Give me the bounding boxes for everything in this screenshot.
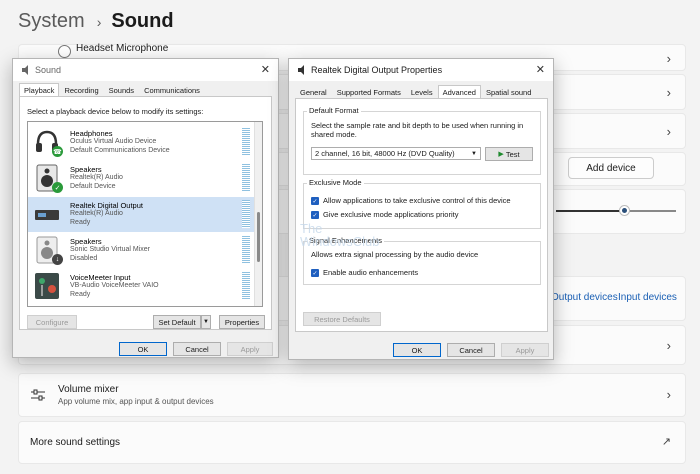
test-label: Test	[505, 149, 520, 159]
input-devices-link[interactable]: Input devices	[618, 292, 677, 303]
level-meter	[242, 128, 250, 156]
signal-enhancements-desc: Allows extra signal processing by the au…	[311, 250, 479, 259]
chevron-right-icon: ›	[666, 51, 671, 66]
device-name: Headphones	[70, 129, 113, 138]
restore-defaults-button[interactable]: Restore Defaults	[303, 312, 381, 326]
device-list-scrollbar[interactable]	[254, 122, 262, 306]
test-button[interactable]: ▶ Test	[485, 147, 533, 161]
exclusive-control-checkbox[interactable]: ✓	[311, 197, 319, 205]
device-name: VoiceMeeter Input	[70, 273, 131, 282]
playback-device-list[interactable]: ☎ Headphones Oculus Virtual Audio Device…	[27, 121, 263, 307]
phone-badge-icon: ☎	[52, 146, 63, 157]
device-driver: Sonic Studio Virtual Mixer	[70, 246, 151, 253]
exclusive-control-label: Allow applications to take exclusive con…	[323, 196, 511, 205]
apply-button[interactable]: Apply	[227, 342, 273, 356]
properties-button[interactable]: Properties	[219, 315, 265, 329]
properties-dialog: Realtek Digital Output Properties ✕ Gene…	[288, 58, 554, 360]
ok-button[interactable]: OK	[393, 343, 441, 357]
device-name: Realtek Digital Output	[70, 201, 143, 210]
enable-enhancements-checkbox[interactable]: ✓	[311, 269, 319, 277]
close-icon[interactable]: ✕	[536, 63, 545, 76]
format-select-value: 2 channel, 16 bit, 48000 Hz (DVD Quality…	[315, 149, 455, 158]
speaker-icon	[298, 65, 304, 75]
apply-button[interactable]: Apply	[501, 343, 549, 357]
configure-button[interactable]: Configure	[27, 315, 77, 329]
volume-mixer-title: Volume mixer	[58, 384, 119, 395]
default-format-desc: Select the sample rate and bit depth to …	[311, 121, 524, 139]
list-item[interactable]: ✓ Speakers Realtek(R) Audio Default Devi…	[28, 161, 256, 196]
device-status: Disabled	[70, 255, 98, 262]
device-driver: VB-Audio VoiceMeeter VAIO	[70, 282, 159, 289]
enable-enhancements-label: Enable audio enhancements	[323, 268, 419, 277]
properties-titlebar[interactable]: Realtek Digital Output Properties ✕	[289, 59, 553, 81]
chevron-down-icon: ▼	[471, 150, 477, 157]
scrollbar-thumb[interactable]	[257, 212, 260, 262]
external-link-icon: ↗	[661, 436, 671, 448]
volume-mixer-icon	[31, 389, 45, 401]
headset-radio[interactable]	[58, 45, 71, 58]
device-driver: Realtek(R) Audio	[70, 174, 123, 181]
device-name: Speakers	[70, 237, 102, 246]
list-item[interactable]: Realtek Digital Output Realtek(R) Audio …	[28, 197, 256, 232]
volume-slider-fill	[556, 210, 624, 212]
ok-button[interactable]: OK	[119, 342, 167, 356]
device-status: Ready	[70, 219, 91, 226]
exclusive-priority-checkbox[interactable]: ✓	[311, 211, 319, 219]
page-title: Sound	[111, 10, 174, 32]
device-status: Default Device	[70, 183, 116, 190]
exclusive-mode-title: Exclusive Mode	[307, 178, 364, 187]
chevron-right-icon: ›	[666, 387, 671, 402]
properties-dialog-title: Realtek Digital Output Properties	[311, 65, 443, 75]
headset-label: Headset Microphone	[76, 43, 169, 54]
volume-mixer-desc: App volume mix, app input & output devic…	[58, 397, 214, 406]
device-driver: Oculus Virtual Audio Device	[70, 138, 157, 145]
digital-output-icon	[35, 210, 59, 220]
default-format-title: Default Format	[307, 106, 361, 115]
sound-dialog-title: Sound	[35, 65, 62, 75]
device-status: Default Communications Device	[70, 147, 170, 154]
play-icon: ▶	[498, 151, 504, 158]
chevron-right-icon: ›	[666, 338, 671, 353]
breadcrumb: System › Sound	[18, 10, 174, 33]
voicemeeter-icon	[35, 273, 59, 299]
add-device-button[interactable]: Add device	[568, 157, 654, 179]
breadcrumb-chevron-icon: ›	[96, 13, 102, 30]
close-icon[interactable]: ✕	[261, 63, 270, 76]
sound-titlebar[interactable]: Sound ✕	[13, 59, 278, 81]
device-driver: Realtek(R) Audio	[70, 210, 123, 217]
list-item[interactable]: ☎ Headphones Oculus Virtual Audio Device…	[28, 125, 256, 160]
level-meter	[242, 272, 250, 300]
watermark-line2: WindowsClub	[300, 234, 380, 249]
cancel-button[interactable]: Cancel	[447, 343, 495, 357]
format-select[interactable]: 2 channel, 16 bit, 48000 Hz (DVD Quality…	[311, 147, 481, 160]
watermark: The WindowsClub	[300, 222, 379, 248]
list-item[interactable]: ↓ Speakers Sonic Studio Virtual Mixer Di…	[28, 233, 256, 268]
level-meter	[242, 164, 250, 192]
more-sound-settings-label: More sound settings	[30, 437, 121, 448]
set-default-button[interactable]: Set Default	[153, 315, 201, 329]
speaker-icon	[22, 65, 28, 75]
list-item[interactable]: VoiceMeeter Input VB-Audio VoiceMeeter V…	[28, 269, 256, 304]
device-status: Ready	[70, 291, 91, 298]
device-name: Speakers	[70, 165, 102, 174]
sound-dialog: Sound ✕ Playback Recording Sounds Commun…	[12, 58, 279, 358]
check-badge-icon: ✓	[52, 182, 63, 193]
chevron-right-icon: ›	[666, 124, 671, 139]
volume-slider-thumb[interactable]	[619, 205, 630, 216]
level-meter	[242, 200, 250, 228]
disabled-badge-icon: ↓	[52, 254, 63, 265]
chevron-right-icon: ›	[666, 85, 671, 100]
set-default-dropdown-icon[interactable]: ▼	[201, 315, 211, 329]
exclusive-priority-label: Give exclusive mode applications priorit…	[323, 210, 459, 219]
level-meter	[242, 236, 250, 264]
playback-instruction: Select a playback device below to modify…	[27, 107, 204, 116]
cancel-button[interactable]: Cancel	[173, 342, 221, 356]
output-devices-link[interactable]: Output devices	[551, 292, 618, 303]
volume-mixer-card[interactable]: ›	[18, 373, 686, 417]
breadcrumb-system[interactable]: System	[18, 10, 85, 33]
